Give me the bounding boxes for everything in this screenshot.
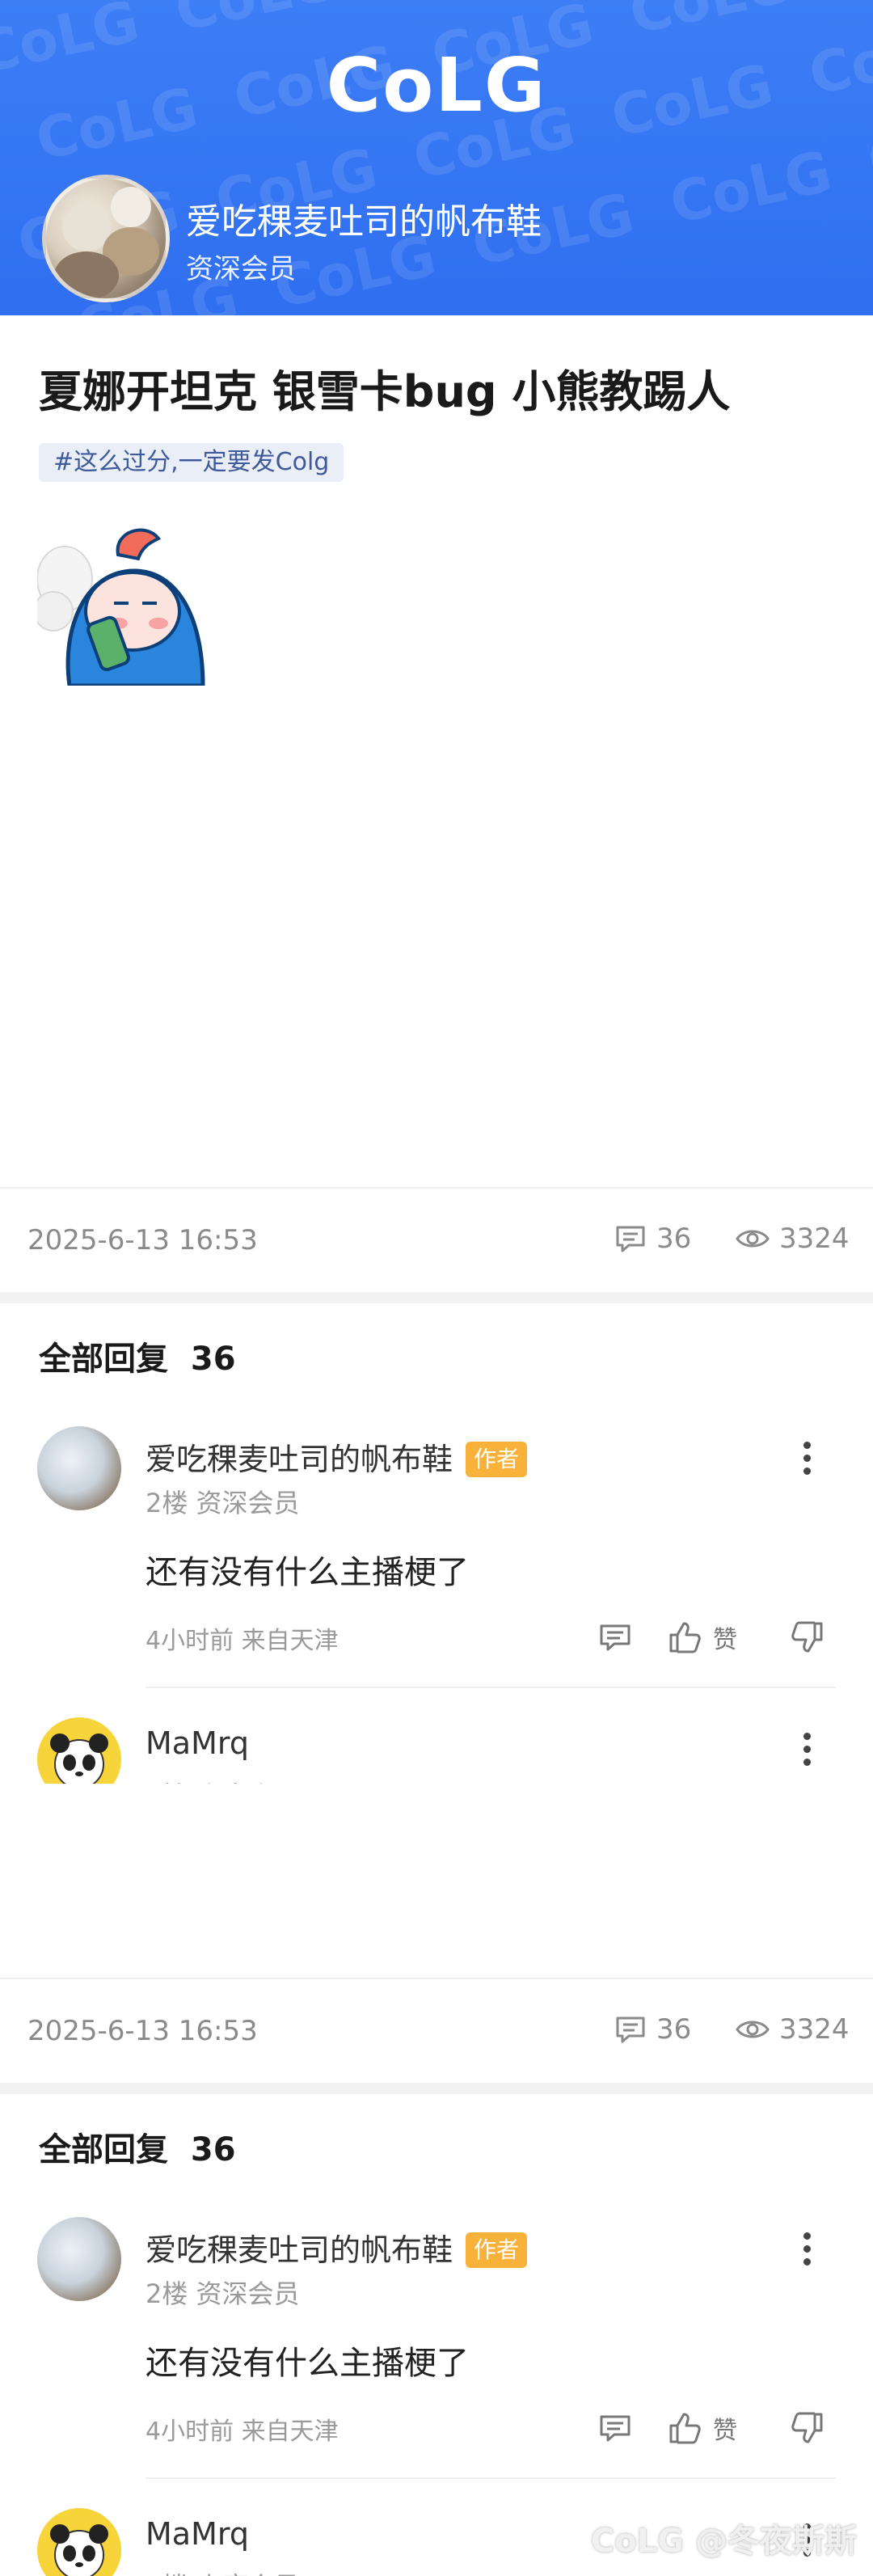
comment-icon [616, 1226, 645, 1252]
post-date: 2025-6-13 16:53 [27, 2015, 258, 2047]
eye-icon [736, 2021, 770, 2038]
post-meta-row: 2025-6-13 16:53 36 3324 [0, 1200, 873, 1281]
author-avatar[interactable] [42, 175, 170, 302]
comment-count: 36 [656, 2013, 692, 2046]
reply-item: MaMrq 3楼 小康会员 [0, 1714, 873, 1784]
like-label: 赞 [713, 1626, 737, 1654]
reply-avatar[interactable] [37, 2217, 121, 2301]
more-options-icon[interactable] [791, 1436, 823, 1484]
author-name[interactable]: 爱吃稞麦吐司的帆布鞋 [186, 192, 542, 244]
replies-count: 36 [190, 1341, 236, 1378]
thumbs-up-icon [669, 2413, 701, 2444]
author-badge: 作者 [466, 1442, 528, 1477]
colg-logo[interactable]: CoLG [0, 42, 873, 129]
divider [0, 1978, 873, 1979]
view-count-value: 3324 [779, 2013, 850, 2046]
post-tag[interactable]: #这么过分,一定要发Colg [39, 443, 344, 482]
reply-text: 还有没有什么主播梗了 [146, 2345, 469, 2382]
comment-icon [616, 2016, 645, 2043]
comment-count: 36 [656, 1223, 692, 1255]
reply-author-name[interactable]: MaMrq [146, 2516, 249, 2552]
reply-text: 还有没有什么主播梗了 [146, 1554, 469, 1591]
reply-author-name[interactable]: 爱吃稞麦吐司的帆布鞋 作者 [146, 1434, 528, 1479]
replies-title: 全部回复 36 [39, 1341, 236, 1378]
reply-avatar[interactable] [37, 1717, 121, 1784]
comment-count-button[interactable]: 36 [614, 1223, 691, 1255]
replies-count: 36 [190, 2131, 236, 2168]
post-meta-row: 2025-6-13 16:53 36 3324 [0, 1991, 873, 2071]
post-date: 2025-6-13 16:53 [27, 1224, 258, 1256]
reply-avatar[interactable] [37, 1426, 121, 1510]
more-options-icon[interactable] [791, 1727, 823, 1776]
dislike-button[interactable] [789, 1617, 824, 1658]
thumbs-down-icon [791, 1621, 823, 1653]
reply-time: 4小时前 来自天津 [146, 1627, 339, 1655]
reply-floor-rank: 2楼 资深会员 [146, 2278, 300, 2309]
eye-icon [736, 1230, 770, 1248]
reply-comment-button[interactable] [598, 1617, 632, 1658]
post-title: 夏娜开坦克 银雪卡bug 小熊教踢人 [39, 366, 731, 417]
like-label: 赞 [713, 2417, 737, 2445]
section-divider [0, 2083, 873, 2094]
author-rank: 资深会员 [186, 253, 296, 285]
watermark: CoLG @冬夜斯斯 [590, 2523, 857, 2560]
section-divider [0, 1292, 873, 1303]
reply-divider [146, 1687, 836, 1688]
reply-floor-rank: 3楼 小康会员 [146, 2566, 300, 2576]
reply-comment-button[interactable] [598, 2408, 632, 2448]
like-button[interactable]: 赞 [668, 2408, 737, 2448]
thumbs-up-icon [669, 1622, 701, 1653]
post-sticker-image [37, 514, 207, 686]
thumbs-down-icon [791, 2412, 823, 2443]
replies-title: 全部回复 36 [39, 2131, 236, 2168]
author-badge: 作者 [466, 2232, 528, 2268]
reply-floor-rank: 2楼 资深会员 [146, 1488, 300, 1518]
reply-floor-rank: 3楼 小康会员 [146, 1776, 300, 1784]
view-count: 3324 [736, 1223, 850, 1255]
comment-icon [600, 1624, 630, 1651]
dislike-button[interactable] [789, 2408, 824, 2448]
comment-count-button[interactable]: 36 [614, 2013, 691, 2046]
divider [0, 1187, 873, 1189]
reply-avatar[interactable] [37, 2508, 121, 2576]
profile-header: CoLG CoLG CoLG CoLG CoLG CoLG CoLG CoLG … [0, 0, 873, 315]
more-options-icon[interactable] [791, 2227, 823, 2275]
reply-author-name[interactable]: MaMrq [146, 1725, 249, 1761]
view-count: 3324 [736, 2013, 850, 2046]
reply-time: 4小时前 来自天津 [146, 2418, 339, 2446]
comment-icon [600, 2415, 630, 2442]
reply-divider [146, 2477, 836, 2479]
like-button[interactable]: 赞 [668, 1617, 737, 1658]
view-count-value: 3324 [779, 1223, 850, 1255]
reply-author-name[interactable]: 爱吃稞麦吐司的帆布鞋 作者 [146, 2225, 528, 2270]
